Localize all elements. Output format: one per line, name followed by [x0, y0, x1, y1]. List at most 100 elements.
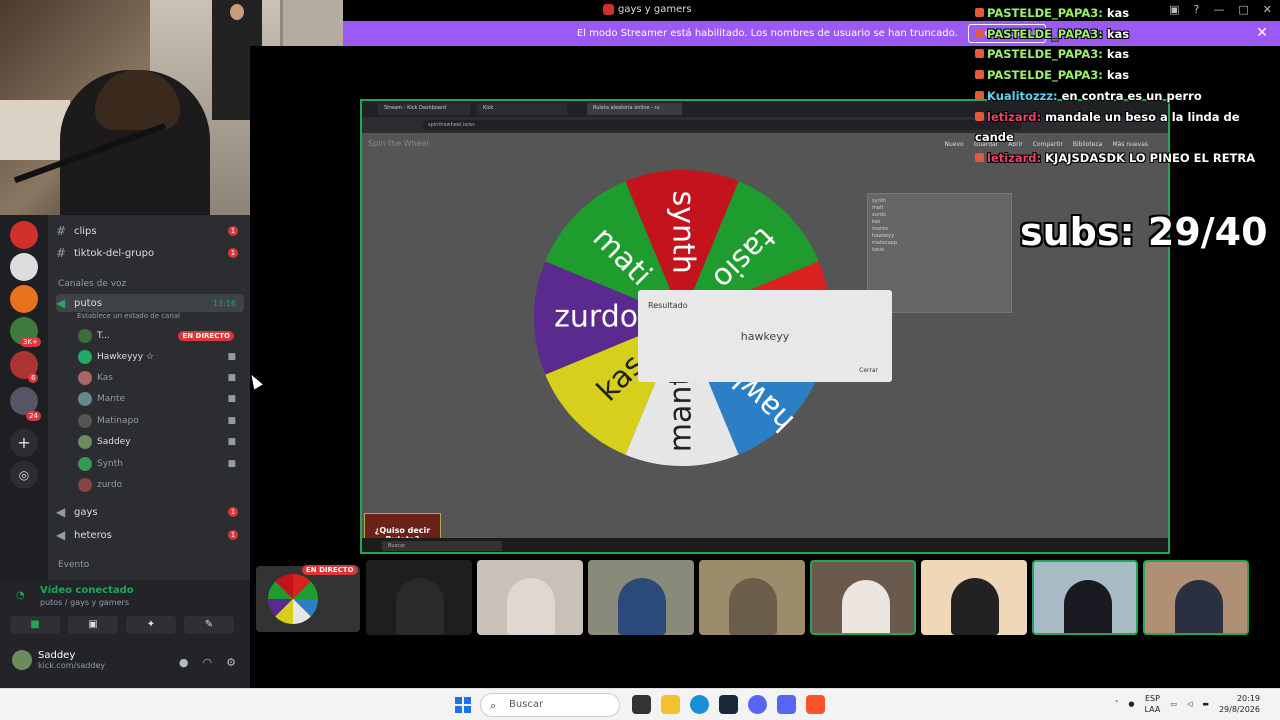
taskbar-search[interactable]: ⌕ Buscar	[480, 693, 620, 717]
participant-tile[interactable]	[699, 560, 805, 635]
voice-category[interactable]: Canales de voz	[58, 279, 126, 289]
edge-icon[interactable]	[690, 695, 709, 714]
voice-channel-putos[interactable]: ◀ putos 13:16	[56, 294, 244, 312]
camera-button[interactable]: ■	[10, 616, 60, 634]
browser-tab[interactable]: Kick	[477, 103, 567, 115]
chat-username: PASTELDE_PAPA3:	[987, 68, 1103, 83]
member-name: T...	[97, 331, 111, 341]
avatar	[78, 435, 92, 449]
avatar	[78, 371, 92, 385]
user-panel[interactable]: Saddey kick.com/saddey	[12, 650, 105, 670]
server-icon	[603, 4, 614, 15]
windows-start-icon[interactable]	[455, 697, 471, 713]
voice-timer: 13:16	[212, 298, 236, 308]
voice-member[interactable]: Matinapo ■	[78, 412, 244, 430]
toolbar-new[interactable]: Nuevo	[944, 141, 963, 148]
soundboard-button[interactable]: ✎	[184, 616, 234, 634]
voice-member[interactable]: Kas ■	[78, 369, 244, 387]
chat-username: letizard:	[987, 109, 1042, 124]
server-white[interactable]	[10, 253, 38, 281]
explore-icon[interactable]: ◎	[10, 461, 38, 489]
video-icon: ■	[227, 394, 236, 404]
url-field[interactable]: spinthewheel.io/es	[422, 120, 1022, 130]
voice-member[interactable]: Mante ■	[78, 390, 244, 408]
participant-tile-speaking[interactable]	[1032, 560, 1138, 635]
set-channel-status[interactable]: Establece un estado de canal	[77, 312, 180, 320]
window-title: gays y gamers	[603, 4, 692, 15]
discord-icon[interactable]	[777, 695, 796, 714]
activities-button[interactable]: ✦	[126, 616, 176, 634]
chat-message: PASTELDE_PAPA3: kas	[975, 65, 1275, 86]
channel-label: heteros	[74, 529, 112, 541]
channel-list: # clips 1 # tiktok-del-grupo 1 Canales d…	[48, 215, 250, 580]
avatar	[78, 478, 92, 492]
participant-tile[interactable]	[366, 560, 472, 635]
channel-label: clips	[74, 225, 97, 237]
badge-icon	[975, 49, 984, 59]
wheel-page: Spin the Wheel Nuevo Guardar Abrir Compa…	[362, 133, 1168, 552]
channel-clips[interactable]: # clips 1	[56, 222, 244, 240]
brave-icon[interactable]	[806, 695, 825, 714]
screen-share-tile[interactable]	[256, 566, 360, 632]
unread-badge: 1	[228, 507, 238, 517]
participant-tile[interactable]	[477, 560, 583, 635]
entry-item: tasio	[872, 247, 885, 253]
voice-member[interactable]: Saddey ■	[78, 433, 244, 451]
chat-message: letizard: KJAJSDASDK LO PINEO EL RETRA	[975, 148, 1275, 169]
voice-member[interactable]: zurdo	[78, 476, 244, 494]
avatar	[78, 392, 92, 406]
channel-label: gays	[74, 506, 98, 518]
participant-tile[interactable]	[921, 560, 1027, 635]
file-explorer-icon[interactable]	[661, 695, 680, 714]
events-category[interactable]: Evento	[58, 560, 89, 570]
speaker-icon: ◀	[56, 296, 66, 310]
chat-text: KJAJSDASDK LO PINEO EL RETRA	[1041, 150, 1256, 165]
server-orange[interactable]	[10, 285, 38, 313]
obs-icon[interactable]	[748, 695, 767, 714]
add-server-icon[interactable]: +	[10, 429, 38, 457]
share-screen-button[interactable]: ▣	[68, 616, 118, 634]
voice-channel-gays[interactable]: ◀ gays 1	[56, 503, 244, 521]
app-icon[interactable]	[632, 695, 651, 714]
headphones-icon[interactable]: ◠	[203, 656, 213, 669]
member-name: zurdo	[97, 480, 123, 490]
chat-username: letizard:	[987, 150, 1042, 165]
entry-item: mati	[872, 205, 884, 211]
voice-member[interactable]: Hawkeyyy ☆ ■	[78, 348, 244, 366]
close-result-button[interactable]: Cerrar	[859, 367, 878, 374]
clock[interactable]: 20:19 29/8/2026	[1219, 693, 1260, 715]
voice-status[interactable]: Vídeo conectado	[40, 585, 134, 596]
channel-tiktok-del-grupo[interactable]: # tiktok-del-grupo 1	[56, 244, 244, 262]
voice-member[interactable]: Synth ■	[78, 455, 244, 473]
speaker-icon: ◀	[56, 528, 66, 542]
avatar	[78, 350, 92, 364]
system-tray: ˄ ● ESP LAA ▭ ◁ ▬ 20:19 29/8/2026	[1115, 693, 1260, 715]
chevron-up-icon[interactable]: ˄	[1115, 700, 1119, 708]
steam-icon[interactable]	[719, 695, 738, 714]
chat-text: kas	[1102, 6, 1130, 20]
chat-text: kas	[1102, 68, 1130, 83]
mic-icon[interactable]: ●	[179, 656, 189, 669]
video-icon: ■	[227, 373, 236, 383]
language-indicator[interactable]: ESP LAA	[1145, 693, 1161, 715]
participant-tile-speaking[interactable]	[1143, 560, 1249, 635]
server-gays-y-gamers[interactable]	[10, 221, 38, 249]
chat-text: kas	[1102, 26, 1130, 41]
network-icon[interactable]: ▭	[1170, 700, 1177, 708]
server-list: 3K+ 6 24 + ◎	[0, 215, 48, 580]
participant-tile[interactable]	[588, 560, 694, 635]
server-badge: 24	[26, 411, 41, 421]
participant-tile-speaking[interactable]	[810, 560, 916, 635]
battery-icon[interactable]: ▬	[1202, 700, 1209, 708]
gear-icon[interactable]: ⚙	[226, 656, 236, 669]
badge-icon	[975, 28, 984, 38]
browser-tab-active[interactable]: Ruleta aleatoria online - ru	[587, 103, 682, 115]
mic-tray-icon[interactable]: ●	[1128, 700, 1134, 708]
user-controls: ● ◠ ⚙	[179, 656, 236, 669]
chat-username: PASTELDE_PAPA3:	[987, 6, 1103, 20]
browser-tab[interactable]: Stream - Kick Dashboard	[378, 103, 470, 115]
volume-icon[interactable]: ◁	[1187, 700, 1192, 708]
channel-label: tiktok-del-grupo	[74, 247, 155, 259]
voice-member[interactable]: T... EN DIRECTO	[78, 327, 244, 345]
voice-channel-heteros[interactable]: ◀ heteros 1	[56, 526, 244, 544]
